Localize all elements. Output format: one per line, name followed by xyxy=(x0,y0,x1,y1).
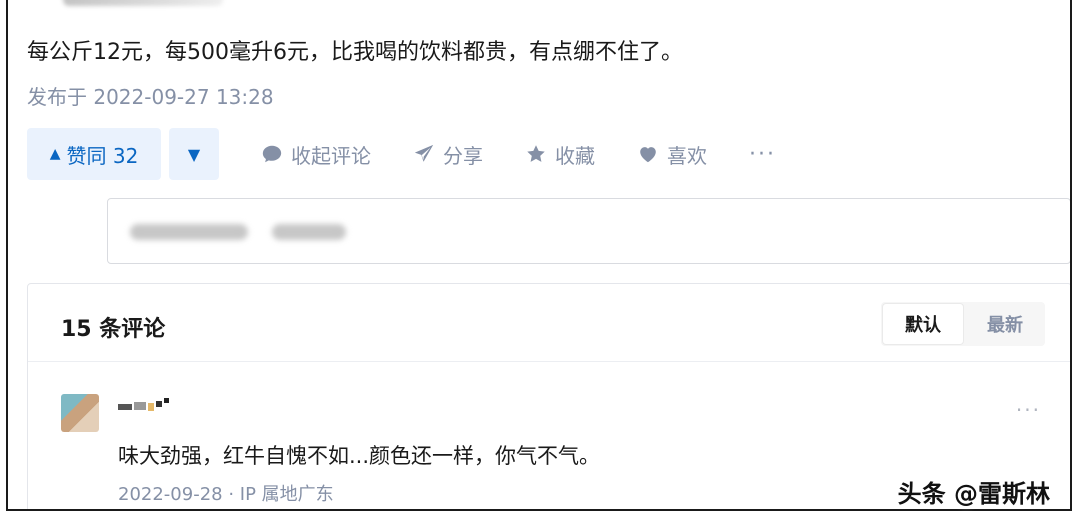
screenshot-frame: 每公斤12元，每500毫升6元，比我喝的饮料都贵，有点绷不住了。 发布于 202… xyxy=(6,0,1072,511)
favorite-label: 收藏 xyxy=(555,143,595,168)
sort-default-option[interactable]: 默认 xyxy=(882,303,964,345)
upvote-button[interactable]: ▲ 赞同 32 xyxy=(27,128,161,180)
collapse-comments-button[interactable]: 收起评论 xyxy=(261,140,371,169)
comment-meta: 2022-09-28 · IP 属地广东 xyxy=(118,484,334,505)
watermark: 头条 @雷斯林 xyxy=(897,480,1050,508)
star-icon xyxy=(527,145,545,162)
avatar[interactable] xyxy=(61,394,99,432)
share-label: 分享 xyxy=(443,143,483,168)
comment-input-box[interactable] xyxy=(107,198,1070,264)
collapse-comments-label: 收起评论 xyxy=(291,143,371,168)
share-plane-icon xyxy=(414,144,434,162)
heart-icon xyxy=(640,147,656,163)
answer-action-bar: ▲ 赞同 32 ▼ 收起评论 分享 收藏 喜欢 ··· xyxy=(27,128,776,180)
more-options-button[interactable]: ··· xyxy=(749,142,776,167)
blurred-placeholder xyxy=(130,224,248,240)
like-label: 喜欢 xyxy=(667,143,707,168)
share-button[interactable]: 分享 xyxy=(413,140,483,169)
blurred-placeholder xyxy=(272,224,346,240)
upvote-label: 赞同 32 xyxy=(66,143,139,168)
comments-header: 15 条评论 默认 最新 xyxy=(28,284,1070,362)
cut-off-header xyxy=(63,0,223,6)
sort-toggle: 默认 最新 xyxy=(881,302,1045,346)
comment-count: 15 条评论 xyxy=(61,317,166,342)
comment-bubble-icon xyxy=(262,145,282,163)
downvote-button[interactable]: ▼ xyxy=(169,128,219,180)
like-button[interactable]: 喜欢 xyxy=(637,140,707,169)
comment-text: 味大劲强，红牛自愧不如...颜色还一样，你气不气。 xyxy=(118,444,601,468)
comment-more-button[interactable]: ··· xyxy=(1016,398,1041,422)
sort-newest-option[interactable]: 最新 xyxy=(965,302,1045,346)
answer-text: 每公斤12元，每500毫升6元，比我喝的饮料都贵，有点绷不住了。 xyxy=(27,40,683,65)
favorite-button[interactable]: 收藏 xyxy=(525,140,595,169)
publish-time: 发布于 2022-09-27 13:28 xyxy=(27,85,274,109)
blurred-username[interactable] xyxy=(118,398,172,414)
upvote-arrow-icon: ▲ xyxy=(49,146,61,162)
downvote-arrow-icon: ▼ xyxy=(187,144,201,164)
